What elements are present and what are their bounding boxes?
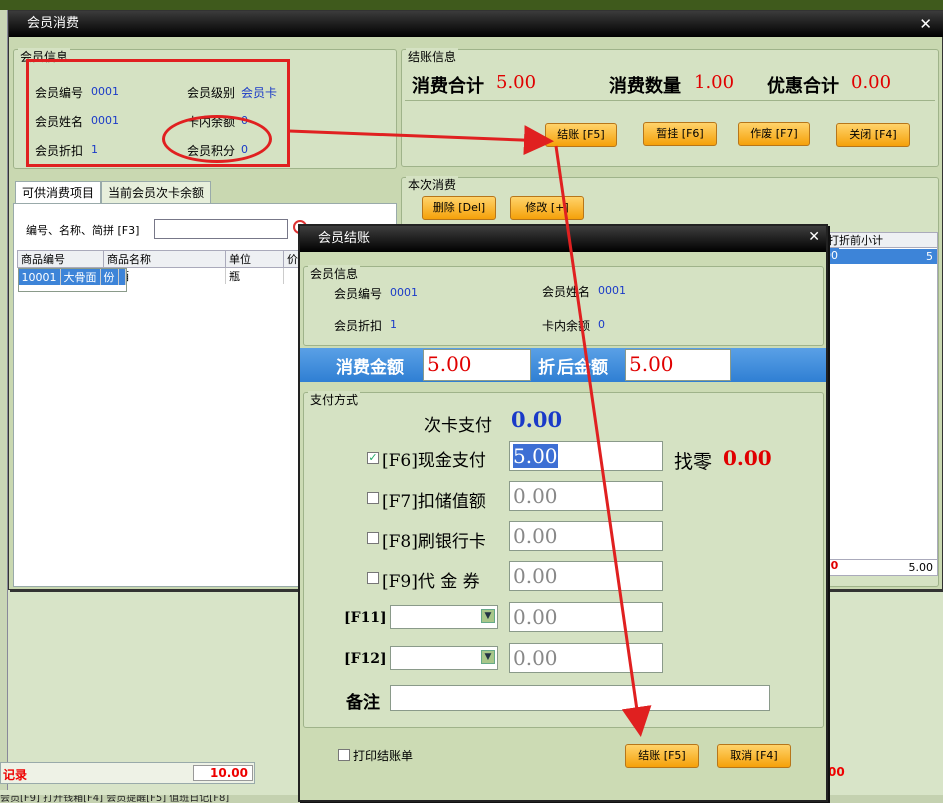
arrow-to-checkout [288,125,554,156]
annotation-arrows [288,125,652,737]
arrow-to-dialog-checkout [554,145,652,737]
